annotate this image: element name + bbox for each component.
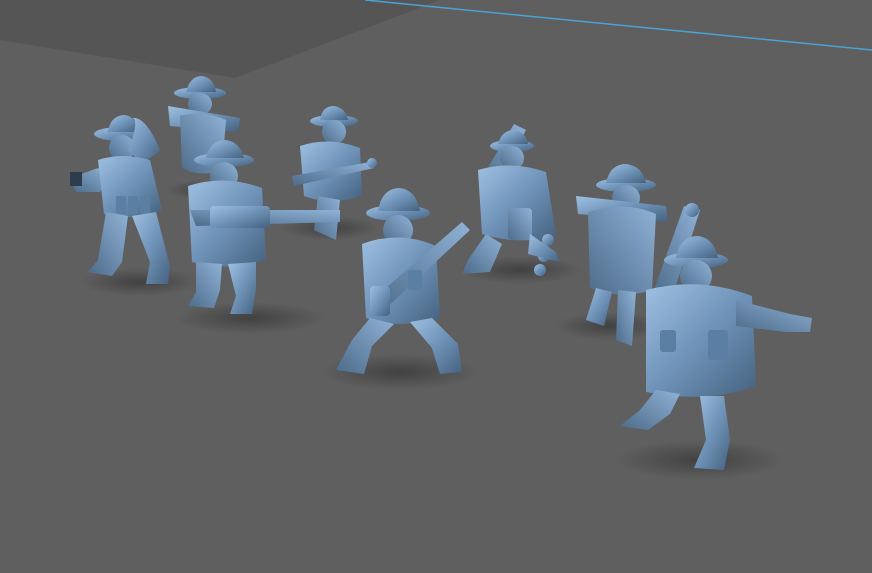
viewport-canvas [0, 0, 872, 573]
3d-viewport[interactable] [0, 0, 872, 573]
